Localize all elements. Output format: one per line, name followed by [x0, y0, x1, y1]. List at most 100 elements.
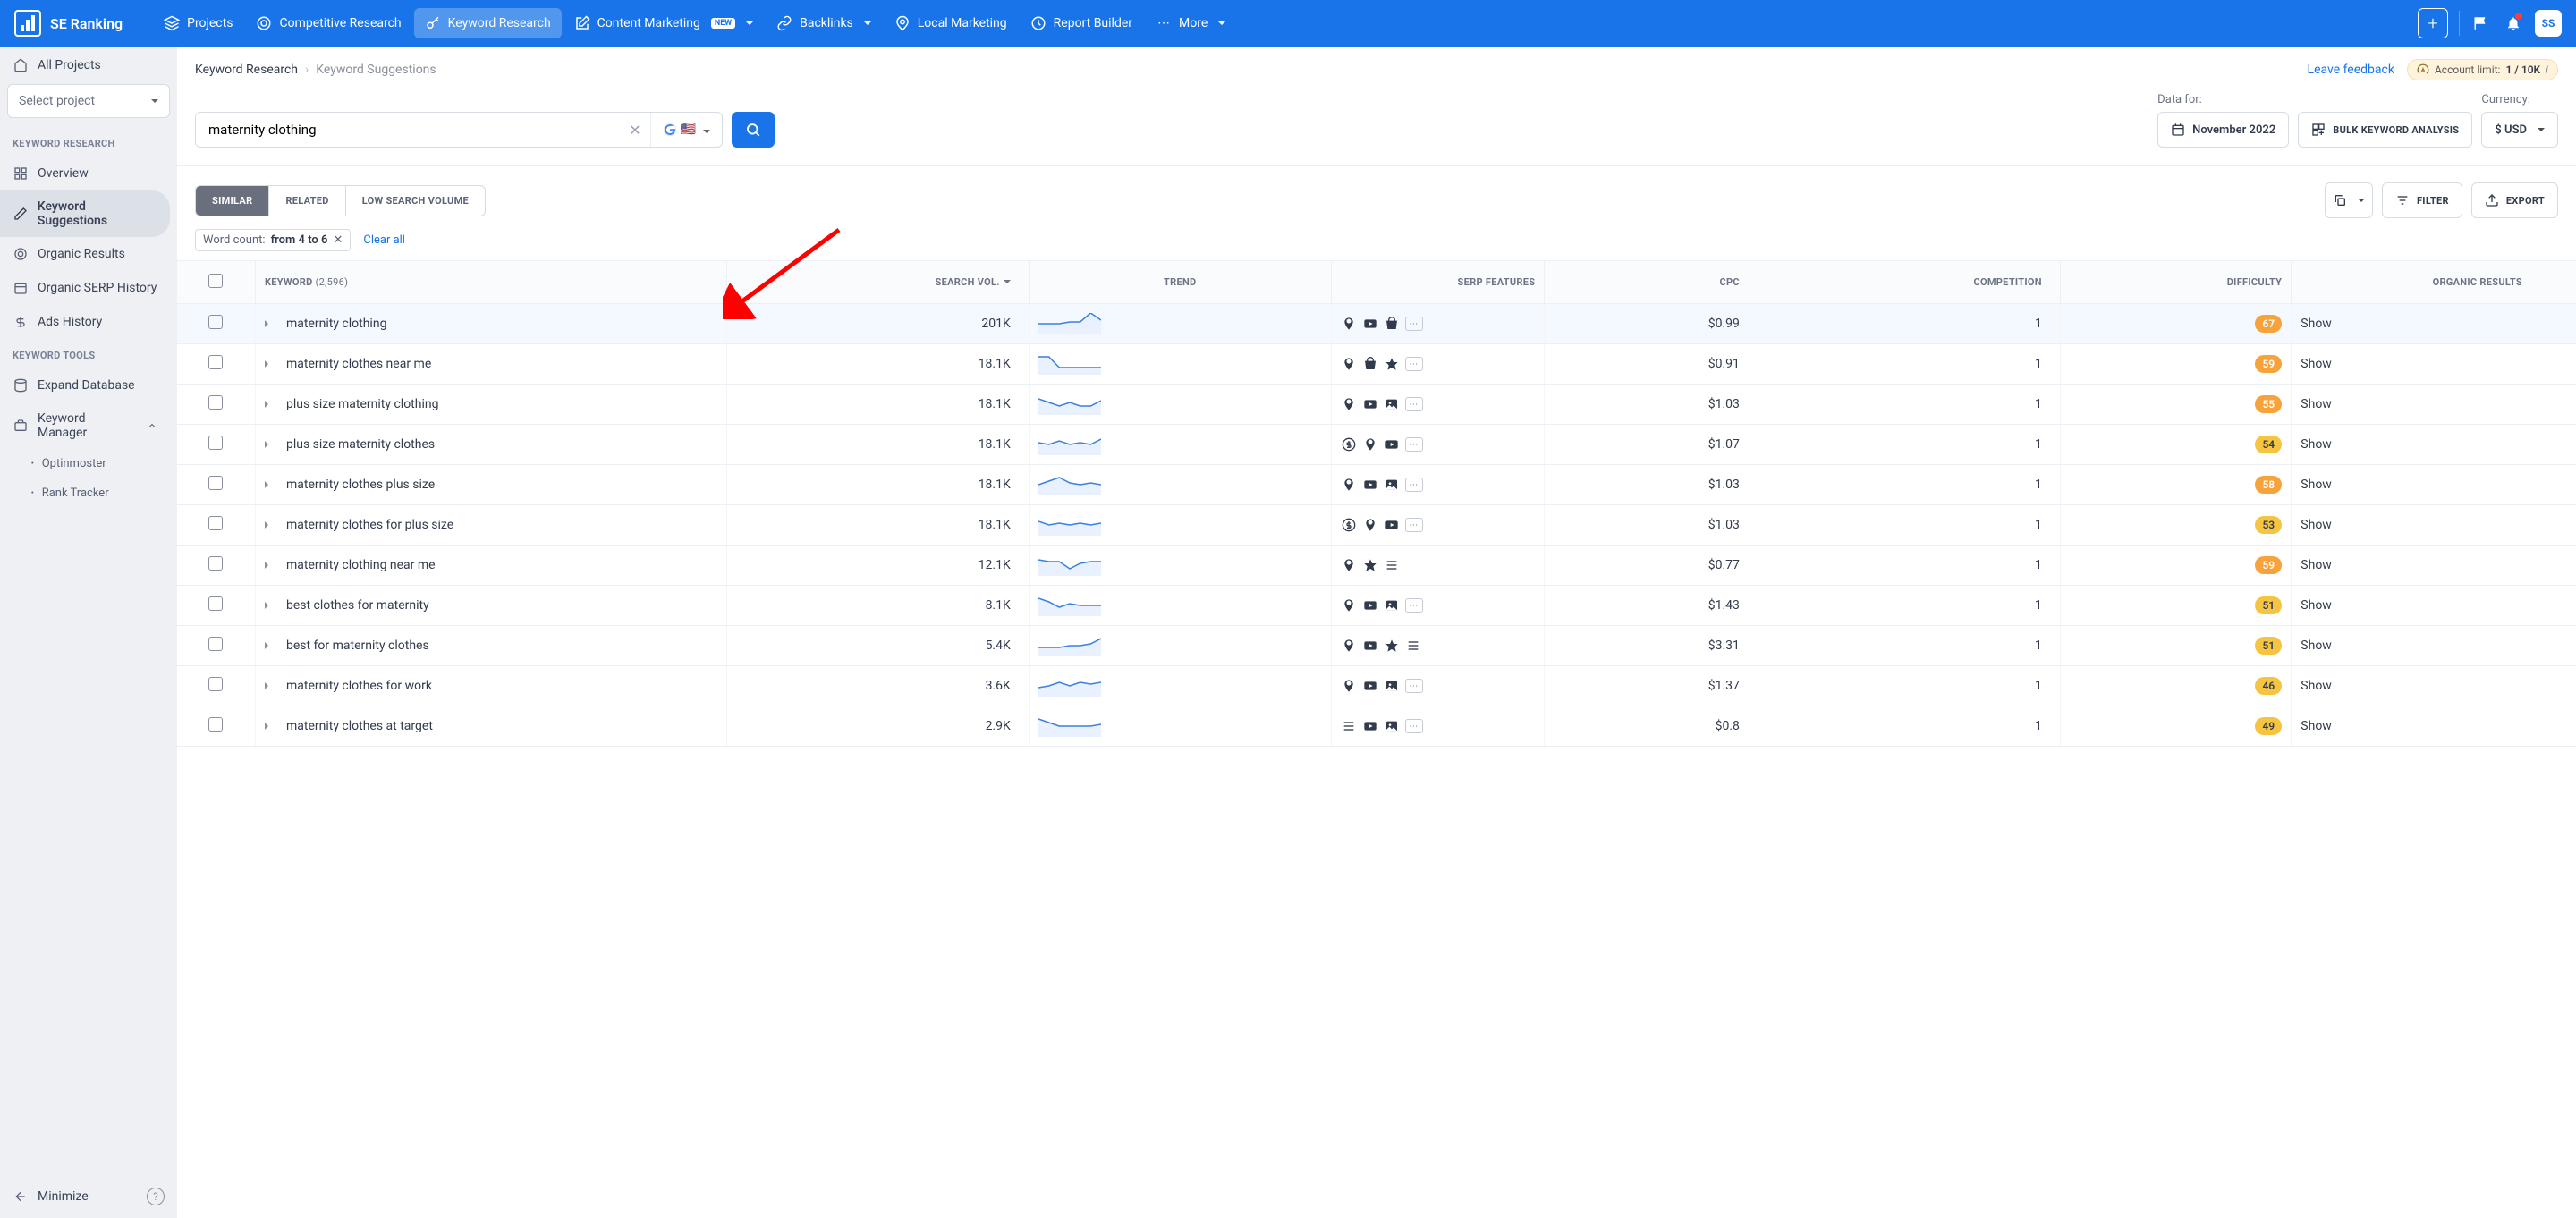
leave-feedback-link[interactable]: Leave feedback — [2308, 63, 2394, 77]
currency-selector[interactable]: $ USD — [2481, 112, 2558, 148]
bulk-analysis-button[interactable]: BULK KEYWORD ANALYSIS — [2298, 112, 2472, 148]
nav-report-builder[interactable]: Report Builder — [1020, 8, 1143, 38]
show-organic-link[interactable]: Show — [2301, 679, 2332, 693]
row-checkbox[interactable] — [177, 586, 255, 626]
add-button[interactable]: + — [2418, 8, 2448, 38]
notifications-icon[interactable] — [2503, 13, 2524, 34]
col-cpc[interactable]: CPC — [1545, 261, 1758, 304]
nav-keyword-research[interactable]: Keyword Research — [414, 8, 562, 38]
sidebar-serp-history[interactable]: Organic SERP History — [0, 271, 170, 305]
keyword-text[interactable]: maternity clothing near me — [286, 558, 436, 572]
clear-all-filters[interactable]: Clear all — [363, 233, 405, 247]
row-checkbox[interactable] — [177, 465, 255, 505]
keyword-text[interactable]: best clothes for maternity — [286, 598, 429, 613]
nav-local-marketing[interactable]: Local Marketing — [884, 8, 1018, 38]
nav-backlinks[interactable]: Backlinks — [766, 8, 882, 38]
keyword-text[interactable]: maternity clothes at target — [286, 719, 433, 733]
row-checkbox[interactable] — [177, 666, 255, 706]
show-organic-link[interactable]: Show — [2301, 317, 2332, 331]
sidebar-overview[interactable]: Overview — [0, 156, 170, 190]
select-project-dropdown[interactable]: Select project — [7, 84, 170, 118]
keyword-text[interactable]: plus size maternity clothes — [286, 437, 435, 452]
col-competition[interactable]: COMPETITION — [1758, 261, 2060, 304]
sidebar-organic-results[interactable]: Organic Results — [0, 237, 170, 271]
keyword-text[interactable]: plus size maternity clothing — [286, 397, 439, 411]
col-keyword[interactable]: KEYWORD (2,596) — [255, 261, 726, 304]
account-limit-badge[interactable]: Account limit: 1 / 10K i — [2407, 59, 2558, 80]
sidebar-sub-ranktracker[interactable]: Rank Tracker — [0, 478, 177, 508]
tab-low-volume[interactable]: LOW SEARCH VOLUME — [346, 186, 485, 216]
show-organic-link[interactable]: Show — [2301, 518, 2332, 532]
row-checkbox[interactable] — [177, 304, 255, 344]
row-checkbox[interactable] — [177, 425, 255, 465]
tab-related[interactable]: RELATED — [269, 186, 345, 216]
nav-competitive-research[interactable]: Competitive Research — [245, 8, 411, 38]
sidebar-keyword-manager[interactable]: Keyword Manager — [0, 402, 170, 449]
filter-button[interactable]: FILTER — [2382, 182, 2462, 218]
keyword-text[interactable]: best for maternity clothes — [286, 639, 429, 653]
minimize-label[interactable]: Minimize — [38, 1189, 89, 1204]
col-organic-results[interactable]: ORGANIC RESULTS — [2292, 261, 2576, 304]
breadcrumb-root[interactable]: Keyword Research — [195, 63, 298, 77]
row-checkbox[interactable] — [177, 505, 255, 546]
search-locale-selector[interactable]: 🇺🇸 — [650, 113, 722, 147]
flag-icon[interactable] — [2470, 13, 2492, 34]
show-organic-link[interactable]: Show — [2301, 558, 2332, 572]
user-avatar[interactable]: SS — [2535, 10, 2562, 37]
search-button[interactable] — [732, 112, 775, 148]
expand-row-icon[interactable] — [265, 441, 275, 448]
expand-row-icon[interactable] — [265, 360, 275, 368]
show-organic-link[interactable]: Show — [2301, 478, 2332, 492]
expand-row-icon[interactable] — [265, 723, 275, 730]
sidebar-all-projects[interactable]: All Projects — [0, 47, 177, 84]
row-checkbox[interactable] — [177, 546, 255, 586]
expand-row-icon[interactable] — [265, 682, 275, 689]
keyword-text[interactable]: maternity clothes for plus size — [286, 518, 453, 532]
show-organic-link[interactable]: Show — [2301, 437, 2332, 452]
keyword-text[interactable]: maternity clothing — [286, 317, 386, 331]
minimize-icon[interactable] — [13, 1188, 29, 1205]
col-checkbox[interactable] — [177, 261, 255, 304]
show-organic-link[interactable]: Show — [2301, 598, 2332, 613]
export-button[interactable]: EXPORT — [2471, 182, 2558, 218]
expand-row-icon[interactable] — [265, 562, 275, 569]
nav-more[interactable]: ⋯More — [1145, 8, 1236, 38]
copy-button[interactable] — [2325, 182, 2373, 218]
sidebar-expand-database[interactable]: Expand Database — [0, 368, 170, 402]
expand-row-icon[interactable] — [265, 401, 275, 408]
show-organic-link[interactable]: Show — [2301, 639, 2332, 653]
expand-row-icon[interactable] — [265, 642, 275, 649]
clear-search-icon[interactable]: ✕ — [620, 113, 650, 147]
help-icon[interactable]: ? — [147, 1188, 165, 1205]
nav-content-marketing[interactable]: Content MarketingNEW — [564, 8, 764, 38]
row-checkbox[interactable] — [177, 626, 255, 666]
video-icon — [1362, 597, 1378, 613]
sidebar-ads-history[interactable]: Ads History — [0, 305, 170, 339]
expand-row-icon[interactable] — [265, 602, 275, 609]
tab-similar[interactable]: SIMILAR — [196, 186, 269, 216]
row-checkbox[interactable] — [177, 706, 255, 747]
date-selector[interactable]: November 2022 — [2157, 112, 2289, 148]
keyword-search-input[interactable] — [196, 113, 620, 147]
show-organic-link[interactable]: Show — [2301, 719, 2332, 733]
brand-logo[interactable]: SE Ranking — [14, 10, 123, 37]
sidebar-sub-optinmoster[interactable]: Optinmoster — [0, 449, 177, 478]
expand-row-icon[interactable] — [265, 521, 275, 529]
close-icon[interactable]: ✕ — [333, 233, 343, 247]
row-checkbox[interactable] — [177, 344, 255, 385]
keyword-text[interactable]: maternity clothes plus size — [286, 478, 435, 492]
col-search-volume[interactable]: SEARCH VOL. — [726, 261, 1029, 304]
nav-projects[interactable]: Projects — [153, 8, 243, 38]
row-checkbox[interactable] — [177, 385, 255, 425]
expand-row-icon[interactable] — [265, 481, 275, 488]
col-trend[interactable]: TREND — [1029, 261, 1331, 304]
col-difficulty[interactable]: DIFFICULTY — [2060, 261, 2291, 304]
show-organic-link[interactable]: Show — [2301, 397, 2332, 411]
show-organic-link[interactable]: Show — [2301, 357, 2332, 371]
filter-chip-wordcount[interactable]: Word count:from 4 to 6✕ — [195, 229, 351, 251]
keyword-text[interactable]: maternity clothes near me — [286, 357, 431, 371]
keyword-text[interactable]: maternity clothes for work — [286, 679, 432, 693]
expand-row-icon[interactable] — [265, 320, 275, 327]
col-serp-features[interactable]: SERP FEATURES — [1331, 261, 1545, 304]
sidebar-keyword-suggestions[interactable]: Keyword Suggestions — [0, 190, 170, 237]
